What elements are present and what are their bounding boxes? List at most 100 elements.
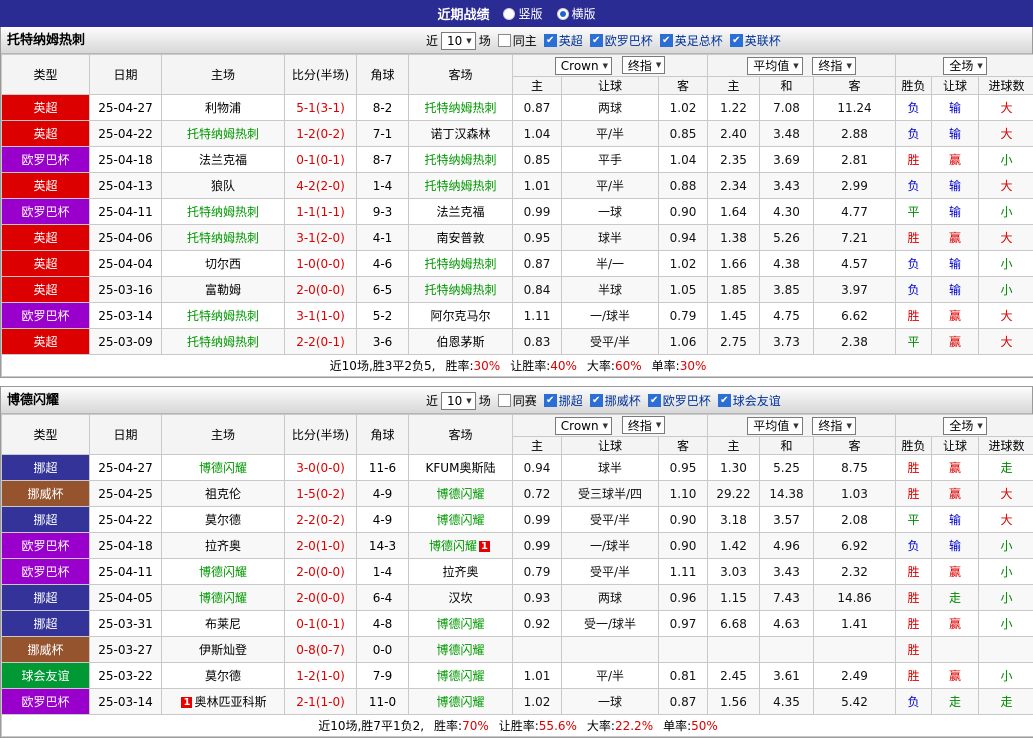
final-odds-select[interactable]: 终指▼ bbox=[622, 416, 665, 434]
result-handicap: 输 bbox=[932, 121, 979, 147]
fullmatch-select[interactable]: 全场▼ bbox=[943, 57, 986, 75]
odds-away: 1.05 bbox=[659, 277, 708, 303]
result-goals: 小 bbox=[979, 533, 1033, 559]
summary-stat: 胜率:30% bbox=[445, 359, 500, 373]
away-team: 诺丁汉森林 bbox=[409, 121, 513, 147]
avg-away: 11.24 bbox=[814, 95, 896, 121]
avg-home: 2.35 bbox=[708, 147, 760, 173]
recent-count-select[interactable]: 10▼ bbox=[441, 32, 476, 50]
team-name: 博德闪耀 bbox=[436, 513, 484, 527]
bookmaker-select[interactable]: Crown▼ bbox=[555, 57, 612, 75]
avg-away bbox=[814, 637, 896, 663]
result-wdl: 胜 bbox=[896, 663, 932, 689]
final-odds-select-2[interactable]: 终指▼ bbox=[812, 57, 855, 75]
handicap-line: 两球 bbox=[562, 95, 659, 121]
avg-home: 29.22 bbox=[708, 481, 760, 507]
odds-group-header: Crown▼ 终指▼ bbox=[513, 415, 708, 437]
match-score: 2-0(0-0) bbox=[285, 559, 357, 585]
team-name: 托特纳姆热刺 bbox=[187, 309, 259, 323]
odds-home: 0.99 bbox=[513, 507, 562, 533]
col-header-avg-draw: 和 bbox=[760, 77, 814, 95]
team-results-section: 博德闪耀 近10▼场同赛✔挪超✔挪威杯✔欧罗巴杯✔球会友谊 类型 日期 主场 比… bbox=[0, 386, 1033, 738]
avg-home: 2.34 bbox=[708, 173, 760, 199]
team-name: 托特纳姆热刺 bbox=[187, 231, 259, 245]
match-row: 挪超25-03-31布莱尼0-1(0-1)4-8博德闪耀0.92受一/球半0.9… bbox=[2, 611, 1033, 637]
league-badge: 英超 bbox=[2, 121, 90, 147]
result-wdl: 胜 bbox=[896, 559, 932, 585]
vertical-layout-radio[interactable]: 竖版 bbox=[503, 5, 542, 22]
league-filter-checkbox[interactable]: ✔ bbox=[718, 394, 731, 407]
final-odds-select[interactable]: 终指▼ bbox=[622, 56, 665, 74]
same-filter-checkbox[interactable] bbox=[498, 34, 511, 47]
col-header-odds-home: 主 bbox=[513, 77, 562, 95]
home-team: 莫尔德 bbox=[162, 663, 285, 689]
recent-count-select[interactable]: 10▼ bbox=[441, 392, 476, 410]
match-row: 欧罗巴杯25-03-14托特纳姆热刺3-1(1-0)5-2阿尔克马尔1.11一/… bbox=[2, 303, 1033, 329]
result-wdl: 负 bbox=[896, 95, 932, 121]
corners: 6-4 bbox=[357, 585, 409, 611]
league-filter-label: 挪超 bbox=[559, 392, 583, 409]
result-goals: 走 bbox=[979, 689, 1033, 715]
fullmatch-select[interactable]: 全场▼ bbox=[943, 417, 986, 435]
league-filter-checkbox[interactable]: ✔ bbox=[544, 34, 557, 47]
result-handicap: 赢 bbox=[932, 303, 979, 329]
match-score: 3-1(2-0) bbox=[285, 225, 357, 251]
red-card-badge: 1 bbox=[181, 697, 192, 708]
odds-home: 1.02 bbox=[513, 689, 562, 715]
match-row: 英超25-04-06托特纳姆热刺3-1(2-0)4-1南安普敦0.95球半0.9… bbox=[2, 225, 1033, 251]
handicap-line: 半球 bbox=[562, 277, 659, 303]
bookmaker-select[interactable]: Crown▼ bbox=[555, 417, 612, 435]
league-badge: 挪超 bbox=[2, 455, 90, 481]
summary-stat: 让胜率:55.6% bbox=[499, 719, 577, 733]
chevron-down-icon: ▼ bbox=[603, 62, 608, 70]
section-header: 博德闪耀 近10▼场同赛✔挪超✔挪威杯✔欧罗巴杯✔球会友谊 bbox=[1, 387, 1032, 414]
result-wdl: 胜 bbox=[896, 585, 932, 611]
team-name: 伯恩茅斯 bbox=[436, 335, 484, 349]
match-date: 25-04-11 bbox=[90, 559, 162, 585]
league-filter-checkbox[interactable]: ✔ bbox=[544, 394, 557, 407]
league-filter-checkbox[interactable]: ✔ bbox=[660, 34, 673, 47]
result-handicap: 赢 bbox=[932, 147, 979, 173]
league-filter-checkbox[interactable]: ✔ bbox=[590, 394, 603, 407]
result-goals bbox=[979, 637, 1033, 663]
home-team: 博德闪耀 bbox=[162, 455, 285, 481]
result-handicap: 赢 bbox=[932, 329, 979, 355]
avg-home: 3.18 bbox=[708, 507, 760, 533]
col-header-result-handicap: 让球 bbox=[932, 437, 979, 455]
league-filter-checkbox[interactable]: ✔ bbox=[730, 34, 743, 47]
league-filter-label: 英联杯 bbox=[745, 32, 781, 49]
home-team: 拉齐奥 bbox=[162, 533, 285, 559]
match-score: 3-0(0-0) bbox=[285, 455, 357, 481]
away-team: 南安普敦 bbox=[409, 225, 513, 251]
average-select[interactable]: 平均值▼ bbox=[747, 57, 802, 75]
chevron-down-icon: ▼ bbox=[656, 61, 661, 69]
odds-away: 0.90 bbox=[659, 507, 708, 533]
average-select[interactable]: 平均值▼ bbox=[747, 417, 802, 435]
avg-home: 2.45 bbox=[708, 663, 760, 689]
same-filter-checkbox[interactable] bbox=[498, 394, 511, 407]
col-header-avg-home: 主 bbox=[708, 437, 760, 455]
result-wdl: 平 bbox=[896, 199, 932, 225]
final-odds-select-2[interactable]: 终指▼ bbox=[812, 417, 855, 435]
league-filter-checkbox[interactable]: ✔ bbox=[648, 394, 661, 407]
avg-draw: 4.35 bbox=[760, 689, 814, 715]
league-filter-checkbox[interactable]: ✔ bbox=[590, 34, 603, 47]
result-handicap bbox=[932, 637, 979, 663]
handicap-line: 一球 bbox=[562, 199, 659, 225]
summary-stat: 单率:30% bbox=[652, 359, 707, 373]
avg-draw: 4.38 bbox=[760, 251, 814, 277]
team-name: 利物浦 bbox=[205, 101, 241, 115]
result-wdl: 负 bbox=[896, 277, 932, 303]
result-goals: 大 bbox=[979, 507, 1033, 533]
avg-draw: 7.08 bbox=[760, 95, 814, 121]
league-badge: 欧罗巴杯 bbox=[2, 147, 90, 173]
top-bar: 近期战绩 竖版 横版 bbox=[0, 0, 1033, 27]
near-label: 近 bbox=[426, 32, 438, 49]
home-team: 莫尔德 bbox=[162, 507, 285, 533]
team-name: 祖克伦 bbox=[205, 487, 241, 501]
near-label: 近 bbox=[426, 392, 438, 409]
odds-group-header: Crown▼ 终指▼ bbox=[513, 55, 708, 77]
horizontal-layout-radio[interactable]: 横版 bbox=[557, 5, 596, 22]
handicap-line bbox=[562, 637, 659, 663]
league-badge: 欧罗巴杯 bbox=[2, 533, 90, 559]
